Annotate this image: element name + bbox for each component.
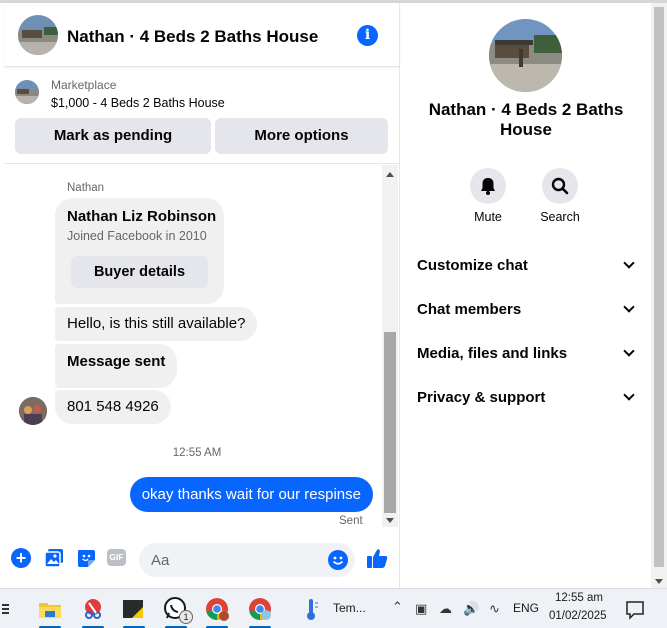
- profile-card-bubble: Nathan Liz Robinson Joined Facebook in 2…: [55, 198, 224, 304]
- incoming-message[interactable]: Hello, is this still available?: [55, 307, 258, 341]
- file-explorer-icon[interactable]: [36, 595, 64, 628]
- mark-as-pending-button[interactable]: Mark as pending: [15, 118, 211, 154]
- snipping-tool-icon[interactable]: [79, 595, 107, 628]
- chat-details-panel: Nathan · 4 Beds 2 Baths House Mute Searc…: [401, 3, 651, 588]
- search-icon[interactable]: [542, 168, 578, 204]
- buyer-details-button[interactable]: Buyer details: [71, 256, 208, 288]
- gif-icon[interactable]: GIF: [107, 549, 126, 566]
- chevron-down-icon: [623, 301, 635, 313]
- search-label: Search: [540, 210, 580, 224]
- notification-badge: 1: [179, 610, 193, 624]
- bell-icon[interactable]: [470, 168, 506, 204]
- media-files-links-section[interactable]: Media, files and links: [417, 340, 637, 368]
- customize-chat-section[interactable]: Customize chat: [417, 252, 637, 280]
- conversation-title[interactable]: Nathan · 4 Beds 2 Baths House: [67, 27, 318, 47]
- chat-members-section[interactable]: Chat members: [417, 296, 637, 324]
- details-title: Nathan · 4 Beds 2 Baths House: [428, 100, 624, 139]
- clock-time[interactable]: 12:55 am: [555, 592, 603, 604]
- listing-price-title[interactable]: $1,000 - 4 Beds 2 Baths House: [51, 96, 225, 110]
- mute-action[interactable]: Mute: [458, 168, 518, 224]
- emoji-icon[interactable]: [328, 550, 348, 570]
- sticker-icon[interactable]: [76, 548, 96, 573]
- chevron-down-icon: [623, 257, 635, 269]
- privacy-support-section[interactable]: Privacy & support: [417, 384, 637, 412]
- more-options-button[interactable]: More options: [215, 118, 388, 154]
- section-label: Customize chat: [417, 257, 528, 274]
- chrome-profile-icon[interactable]: [246, 595, 274, 628]
- speaker-icon[interactable]: 🔊: [463, 601, 479, 617]
- message-input[interactable]: Aa: [139, 543, 355, 577]
- plus-icon[interactable]: +: [11, 548, 31, 568]
- language-indicator[interactable]: ENG: [513, 601, 539, 615]
- incoming-message[interactable]: Message sent: [55, 344, 178, 388]
- page-scrollbar-thumb[interactable]: [654, 7, 664, 567]
- message-input-placeholder: Aa: [151, 552, 170, 569]
- chat-header: Nathan · 4 Beds 2 Baths House i: [4, 3, 400, 67]
- section-label: Privacy & support: [417, 389, 546, 406]
- message-list: Nathan Nathan Liz Robinson Joined Facebo…: [4, 165, 400, 527]
- marketplace-label: Marketplace: [51, 78, 117, 92]
- listing-thumbnail[interactable]: [15, 80, 39, 104]
- chevron-up-icon[interactable]: ⌃: [392, 599, 403, 615]
- wifi-icon[interactable]: ∿: [489, 601, 500, 617]
- mute-label: Mute: [474, 210, 502, 224]
- message-scrollbar[interactable]: [382, 165, 398, 527]
- scroll-down-arrow-icon[interactable]: [386, 518, 394, 523]
- photo-icon[interactable]: [44, 548, 64, 573]
- listing-avatar[interactable]: [18, 15, 58, 55]
- clock-date[interactable]: 01/02/2025: [549, 610, 607, 622]
- marketplace-card: Marketplace $1,000 - 4 Beds 2 Baths Hous…: [4, 68, 400, 164]
- chevron-down-icon: [623, 345, 635, 357]
- search-action[interactable]: Search: [530, 168, 590, 224]
- thumbs-up-icon[interactable]: [366, 547, 389, 575]
- scrollbar-thumb[interactable]: [384, 332, 396, 513]
- sticky-notes-icon[interactable]: [120, 595, 148, 628]
- thermometer-icon[interactable]: [300, 595, 322, 623]
- outgoing-message[interactable]: okay thanks wait for our respinse: [129, 477, 373, 512]
- message-timestamp: 12:55 AM: [172, 447, 222, 459]
- whatsapp-icon[interactable]: 1: [162, 595, 193, 628]
- page-scrollbar[interactable]: [651, 3, 667, 588]
- chat-panel: Nathan · 4 Beds 2 Baths House i Marketpl…: [4, 3, 400, 588]
- windows-taskbar: 1 Tem... ⌃ ▣ ☁ 🔊 ∿ ENG 12:55 am 01/02/20…: [0, 588, 667, 628]
- task-view-icon[interactable]: [0, 595, 12, 623]
- cloud-icon[interactable]: ☁: [439, 601, 452, 617]
- section-label: Media, files and links: [417, 345, 568, 362]
- page-scroll-down-arrow-icon[interactable]: [655, 579, 663, 584]
- sender-avatar[interactable]: [19, 397, 47, 425]
- notification-center-icon[interactable]: [624, 595, 646, 623]
- scroll-up-arrow-icon[interactable]: [386, 172, 394, 177]
- profile-name: Nathan Liz Robinson: [67, 208, 217, 225]
- info-icon[interactable]: i: [357, 25, 378, 46]
- camera-icon[interactable]: ▣: [415, 601, 427, 617]
- incoming-message[interactable]: 801 548 4926: [55, 390, 171, 424]
- weather-widget-label[interactable]: Tem...: [333, 601, 366, 615]
- sent-status: Sent: [339, 515, 363, 527]
- message-composer: + GIF Aa: [4, 531, 400, 586]
- section-label: Chat members: [417, 301, 522, 318]
- profile-joined: Joined Facebook in 2010: [67, 229, 207, 243]
- listing-profile-image[interactable]: [489, 19, 562, 92]
- chrome-icon[interactable]: [203, 595, 231, 628]
- chevron-down-icon: [623, 389, 635, 401]
- sender-name: Nathan: [67, 182, 105, 194]
- screen: Nathan · 4 Beds 2 Baths House i Marketpl…: [0, 0, 667, 628]
